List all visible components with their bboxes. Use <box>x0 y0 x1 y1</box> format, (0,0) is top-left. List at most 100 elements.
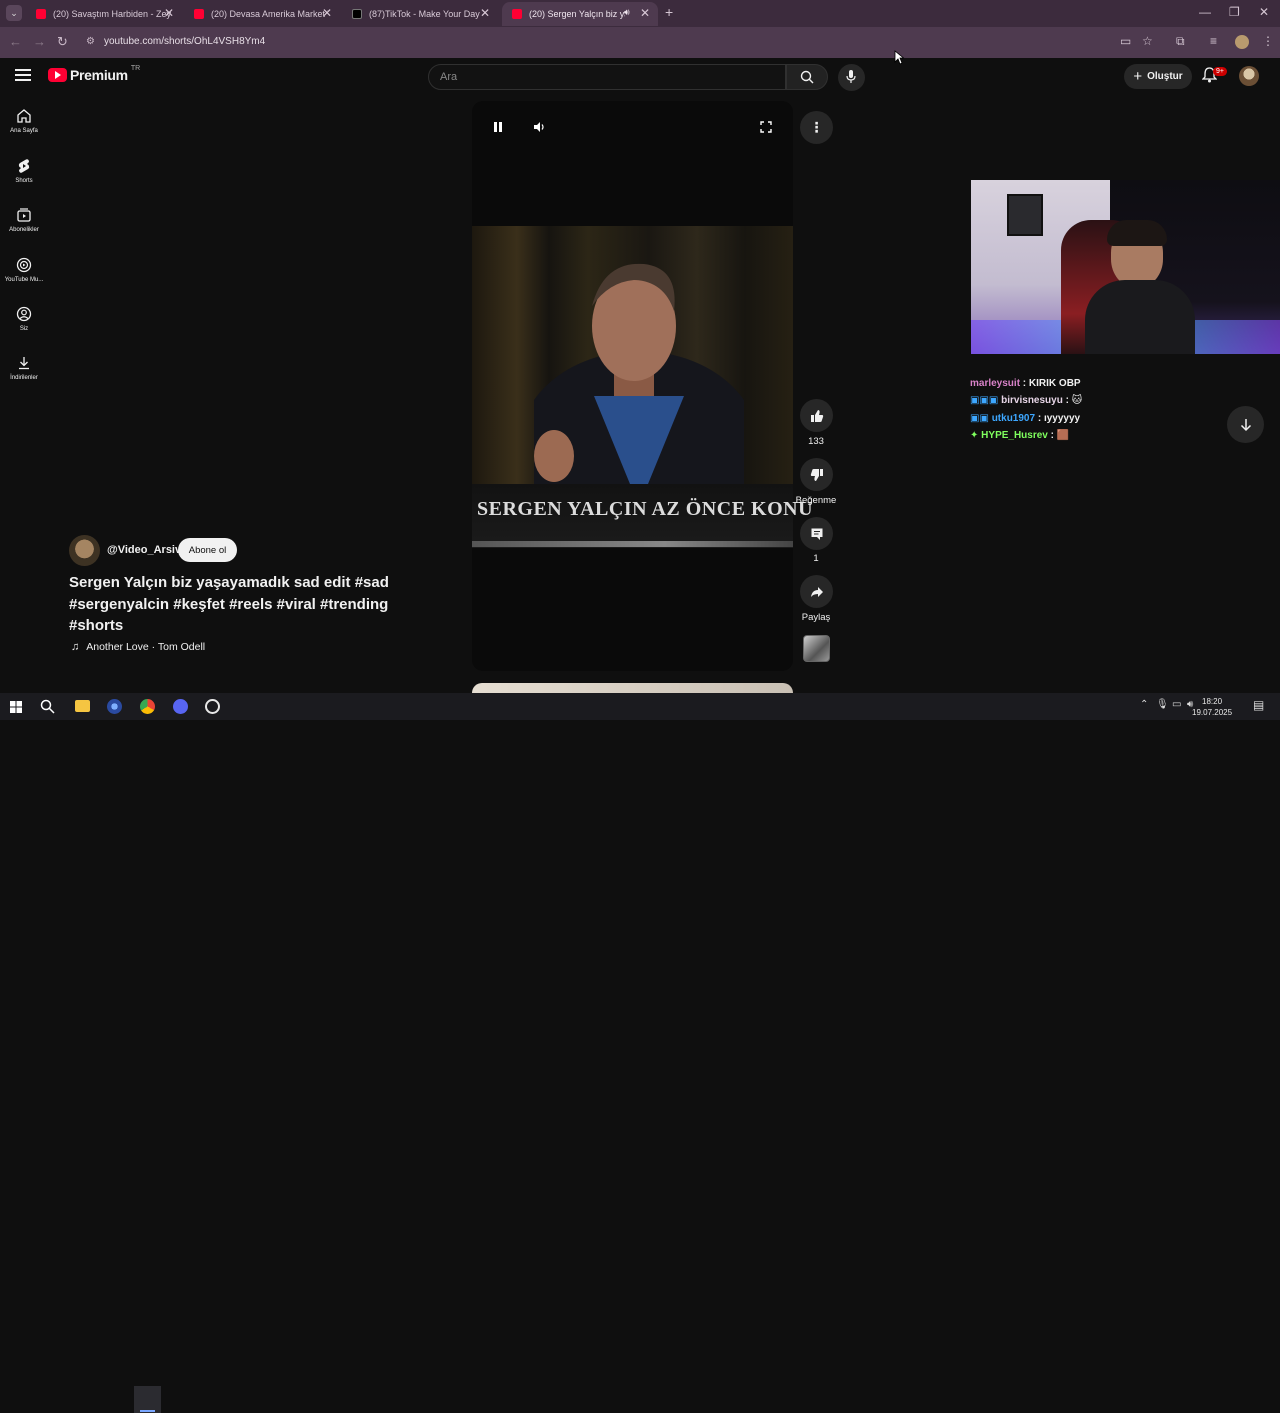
notification-badge: 9+ <box>1213 67 1227 76</box>
scroll-down-button[interactable] <box>1227 406 1264 443</box>
sidebar-item-home[interactable]: Ana Sayfa <box>0 108 48 134</box>
sidebar-item-youtube-music[interactable]: YouTube Mu... <box>0 257 48 283</box>
video-bottom-edge <box>472 541 793 547</box>
browser-tab-bar: ⌄ (20) Savaştım Harbiden - Zeynep ✕ (20)… <box>0 0 1280 27</box>
like-button[interactable] <box>800 399 833 432</box>
tab-title: (20) Savaştım Harbiden - Zeynep <box>53 9 171 19</box>
shorts-video-player[interactable] <box>472 101 793 671</box>
microphone-tray-icon[interactable]: 🎙︎ <box>1156 699 1169 710</box>
subscribe-button[interactable]: Abone ol <box>178 538 237 562</box>
notification-center-icon[interactable]: ▤ <box>1253 698 1264 712</box>
like-count: 133 <box>808 436 824 447</box>
account-avatar[interactable] <box>1239 66 1259 86</box>
app-icon[interactable] <box>107 699 122 714</box>
youtube-favicon <box>512 9 522 19</box>
sidebar-item-subscriptions[interactable]: Abonelikler <box>0 207 48 233</box>
close-window-button[interactable]: ✕ <box>1259 5 1269 19</box>
chat-username[interactable]: marleysuit <box>970 378 1020 389</box>
voice-search-button[interactable] <box>838 64 865 91</box>
obs-icon[interactable] <box>205 699 220 714</box>
youtube-premium-logo[interactable]: Premium TR <box>48 65 140 83</box>
windows-start-icon[interactable] <box>10 701 22 713</box>
emote-icon: 🐱 <box>1071 395 1083 406</box>
chat-username[interactable]: utku1907 <box>992 413 1035 424</box>
chat-username[interactable]: birvisnesuyu <box>1001 395 1063 406</box>
menu-icon[interactable] <box>15 69 31 81</box>
new-tab-button[interactable]: + <box>665 4 673 20</box>
tab-title: (20) Sergen Yalçın biz yaşay <box>529 9 625 19</box>
microphone-icon <box>846 70 856 83</box>
tab-2[interactable]: (20) Devasa Amerika Market Turu ✕ <box>184 2 340 26</box>
taskbar-active-highlight <box>134 1386 161 1413</box>
reload-icon[interactable]: ↻ <box>57 34 68 50</box>
browser-menu-icon[interactable]: ⋮ <box>1262 34 1274 48</box>
system-tray-expand-icon[interactable]: ⌃ <box>1140 699 1148 710</box>
chat-message: ▣▣ utku1907 : ıyyyyyy <box>970 413 1081 424</box>
taskbar-search-icon[interactable] <box>40 699 55 714</box>
close-icon[interactable]: ✕ <box>164 6 174 20</box>
search-input[interactable]: Ara <box>428 64 786 90</box>
more-vertical-icon: ⋮ <box>809 119 824 135</box>
share-button[interactable] <box>800 575 833 608</box>
active-app-indicator <box>140 1410 155 1412</box>
close-icon[interactable]: ✕ <box>480 6 490 20</box>
tab-1[interactable]: (20) Savaştım Harbiden - Zeynep ✕ <box>26 2 182 26</box>
video-title: Sergen Yalçın biz yaşayamadık sad edit #… <box>69 574 389 634</box>
chat-username[interactable]: HYPE_Husrev <box>981 430 1048 441</box>
network-icon[interactable]: ▭ <box>1172 699 1181 710</box>
tab-3[interactable]: (87)TikTok - Make Your Day ✕ <box>342 2 498 26</box>
thumbs-down-icon <box>810 468 823 481</box>
music-note-icon: ♫ <box>71 641 80 653</box>
restore-button[interactable]: ❐ <box>1229 5 1240 19</box>
taskbar-clock[interactable]: 18:20 19.07.2025 <box>1192 696 1232 718</box>
profile-avatar[interactable] <box>1235 35 1249 49</box>
media-controls-icon[interactable]: ≡ <box>1210 34 1217 48</box>
chat-message: ✦ HYPE_Husrev : 🟫 <box>970 430 1070 441</box>
youtube-favicon <box>36 9 46 19</box>
minimize-button[interactable]: — <box>1199 5 1211 19</box>
tab-search-button[interactable]: ⌄ <box>6 5 22 21</box>
subscriptions-icon <box>17 208 31 222</box>
search-icon <box>800 70 814 84</box>
sidebar-item-downloads[interactable]: İndirilenler <box>0 355 48 381</box>
comment-count: 1 <box>813 553 819 564</box>
share-arrow-icon <box>810 586 823 597</box>
search-button[interactable] <box>786 64 828 90</box>
chat-message: ▣▣▣ birvisnesuyu : 🐱 <box>970 395 1083 406</box>
tab-title: (20) Devasa Amerika Market Turu <box>211 9 329 19</box>
fullscreen-icon[interactable] <box>760 121 772 133</box>
sidebar-item-shorts[interactable]: Shorts <box>0 158 48 184</box>
forward-arrow-icon[interactable]: → <box>33 34 46 49</box>
plus-icon: + <box>1133 68 1143 85</box>
close-icon[interactable]: ✕ <box>322 6 332 20</box>
back-arrow-icon[interactable]: ← <box>9 34 22 49</box>
music-link[interactable]: ♫ Another Love · Tom Odell <box>71 641 205 653</box>
cast-icon[interactable]: ▭ <box>1120 34 1131 48</box>
address-bar-row: ← → ↻ ⚙ youtube.com/shorts/OhL4VSH8Ym4 ▭… <box>0 27 1280 58</box>
url-text[interactable]: youtube.com/shorts/OhL4VSH8Ym4 <box>104 36 265 47</box>
chrome-icon[interactable] <box>140 699 155 714</box>
pause-icon[interactable] <box>492 121 504 133</box>
webcam-overlay <box>971 180 1280 354</box>
close-icon[interactable]: ✕ <box>640 6 650 20</box>
sidebar-item-you[interactable]: Siz <box>0 306 48 332</box>
file-explorer-icon[interactable] <box>75 700 90 712</box>
discord-icon[interactable] <box>173 699 188 714</box>
volume-icon[interactable] <box>533 121 546 133</box>
sound-thumbnail[interactable] <box>803 635 830 662</box>
thumbs-up-icon <box>810 409 823 422</box>
site-info-icon[interactable]: ⚙ <box>86 36 95 47</box>
channel-name[interactable]: @Video_Arsiv <box>107 544 181 556</box>
you-icon <box>16 306 32 322</box>
comments-button[interactable] <box>800 517 833 550</box>
youtube-play-icon <box>48 68 67 82</box>
channel-avatar[interactable] <box>69 535 100 566</box>
extensions-icon[interactable]: ⧉ <box>1176 34 1185 49</box>
more-options-button[interactable]: ⋮ <box>800 111 833 144</box>
youtube-music-icon <box>16 257 32 273</box>
tab-4-active[interactable]: (20) Sergen Yalçın biz yaşay 🔊︎ ✕ <box>502 2 658 26</box>
dislike-button[interactable] <box>800 458 833 491</box>
bookmark-star-icon[interactable]: ☆ <box>1142 34 1153 48</box>
audio-playing-icon[interactable]: 🔊︎ <box>624 7 630 18</box>
create-button[interactable]: + Oluştur <box>1124 64 1192 89</box>
